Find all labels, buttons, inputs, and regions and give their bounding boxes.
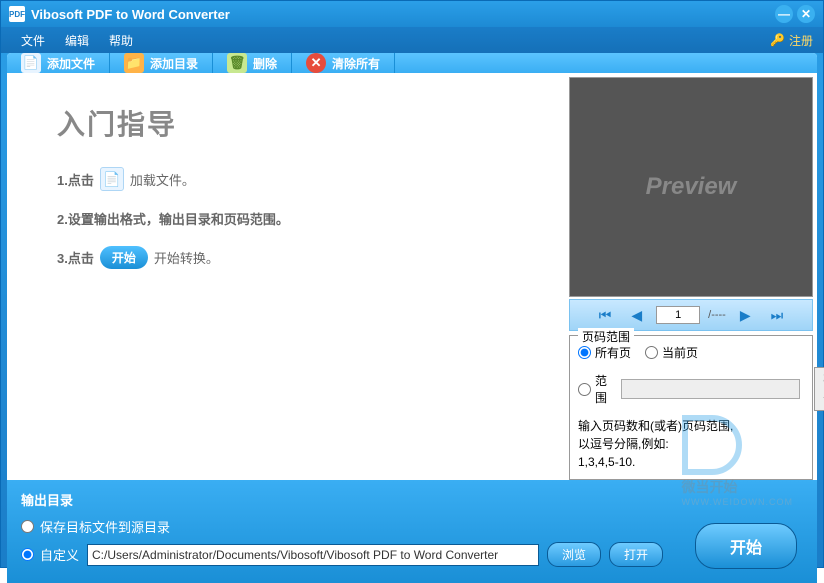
titlebar: PDF Vibosoft PDF to Word Converter — ✕ (1, 1, 823, 27)
delete-label: 删除 (253, 55, 277, 72)
radio-current-page[interactable]: 当前页 (645, 344, 698, 361)
menubar: 文件 编辑 帮助 🔑 注册 (1, 27, 823, 53)
app-title: Vibosoft PDF to Word Converter (31, 7, 771, 22)
range-hint: 输入页码数和(或者)页码范围, 以逗号分隔,例如: 1,3,4,5-10. (578, 417, 804, 471)
key-icon: 🔑 (770, 33, 785, 47)
add-folder-label: 添加目录 (150, 55, 198, 72)
preview-label: Preview (646, 173, 737, 201)
clear-all-button[interactable]: ✕ 清除所有 (292, 53, 395, 73)
start-pill-inline: 开始 (100, 246, 148, 269)
right-panel: Preview ⏮ ◀ /---- ▶ ⏭ 页码范围 所有页 当前页 (569, 73, 817, 480)
guide-step-1: 1.点击 📄 加载文件。 (57, 167, 539, 191)
pager-next-button[interactable]: ▶ (734, 305, 757, 326)
radio-custom[interactable]: 自定义 (21, 545, 79, 564)
guide-step-3: 3.点击 开始 开始转换。 (57, 246, 539, 269)
clear-all-label: 清除所有 (332, 55, 380, 72)
step3-prefix: 3.点击 (57, 248, 94, 267)
register-link[interactable]: 🔑 注册 (770, 32, 813, 49)
close-button[interactable]: ✕ (797, 5, 815, 23)
main-row: 入门指导 1.点击 📄 加载文件。 2.设置输出格式，输出目录和页码范围。 3.… (7, 73, 817, 480)
output-path-input[interactable] (87, 544, 539, 566)
radio-all-pages-input[interactable] (578, 346, 591, 359)
app-logo-icon: PDF (9, 6, 25, 22)
range-confirm-button[interactable]: 确认 (814, 367, 824, 411)
radio-all-pages[interactable]: 所有页 (578, 344, 631, 361)
open-button[interactable]: 打开 (609, 542, 663, 567)
pager-page-input[interactable] (656, 306, 700, 324)
range-legend: 页码范围 (578, 328, 634, 345)
toolbar: 📄 添加文件 📁 添加目录 🗑 删除 ✕ 清除所有 (7, 53, 817, 73)
page-range-group: 页码范围 所有页 当前页 范围 确认 输入页码数和(或者)页码范围, 以逗号分隔… (569, 335, 813, 480)
radio-current-page-input[interactable] (645, 346, 658, 359)
radio-range-input[interactable] (578, 383, 591, 396)
step1-suffix: 加载文件。 (130, 170, 195, 189)
radio-save-source[interactable]: 保存目标文件到源目录 (21, 517, 170, 536)
preview-box: Preview (569, 77, 813, 297)
pager-last-button[interactable]: ⏭ (765, 305, 790, 326)
add-file-label: 添加文件 (47, 55, 95, 72)
step3-suffix: 开始转换。 (154, 248, 219, 267)
output-title: 输出目录 (21, 490, 803, 509)
folder-icon: 📁 (124, 53, 144, 73)
trash-icon: 🗑 (227, 53, 247, 73)
file-add-inline-icon: 📄 (100, 167, 124, 191)
guide-title: 入门指导 (57, 103, 539, 143)
content-area: 📄 添加文件 📁 添加目录 🗑 删除 ✕ 清除所有 入门指导 1.点击 (7, 53, 817, 561)
menu-edit[interactable]: 编辑 (55, 32, 99, 49)
step2-text: 2.设置输出格式，输出目录和页码范围。 (57, 209, 289, 228)
pager-first-button[interactable]: ⏮ (593, 305, 618, 326)
guide-step-2: 2.设置输出格式，输出目录和页码范围。 (57, 209, 539, 228)
radio-range[interactable]: 范围 (578, 372, 607, 406)
minimize-button[interactable]: — (775, 5, 793, 23)
radio-save-source-input[interactable] (21, 520, 34, 533)
clear-icon: ✕ (306, 53, 326, 73)
browse-button[interactable]: 浏览 (547, 542, 601, 567)
add-folder-button[interactable]: 📁 添加目录 (110, 53, 213, 73)
menu-help[interactable]: 帮助 (99, 32, 143, 49)
radio-custom-input[interactable] (21, 548, 34, 561)
start-button[interactable]: 开始 (695, 523, 797, 569)
register-label: 注册 (789, 32, 813, 49)
range-input[interactable] (621, 379, 800, 399)
add-file-button[interactable]: 📄 添加文件 (7, 53, 110, 73)
app-window: PDF Vibosoft PDF to Word Converter — ✕ 文… (0, 0, 824, 568)
step1-prefix: 1.点击 (57, 170, 94, 189)
pager-total: /---- (708, 309, 726, 321)
pager-prev-button[interactable]: ◀ (625, 305, 648, 326)
delete-button[interactable]: 🗑 删除 (213, 53, 292, 73)
guide-panel: 入门指导 1.点击 📄 加载文件。 2.设置输出格式，输出目录和页码范围。 3.… (7, 73, 569, 480)
pager: ⏮ ◀ /---- ▶ ⏭ (569, 299, 813, 331)
file-add-icon: 📄 (21, 53, 41, 73)
menu-file[interactable]: 文件 (11, 32, 55, 49)
